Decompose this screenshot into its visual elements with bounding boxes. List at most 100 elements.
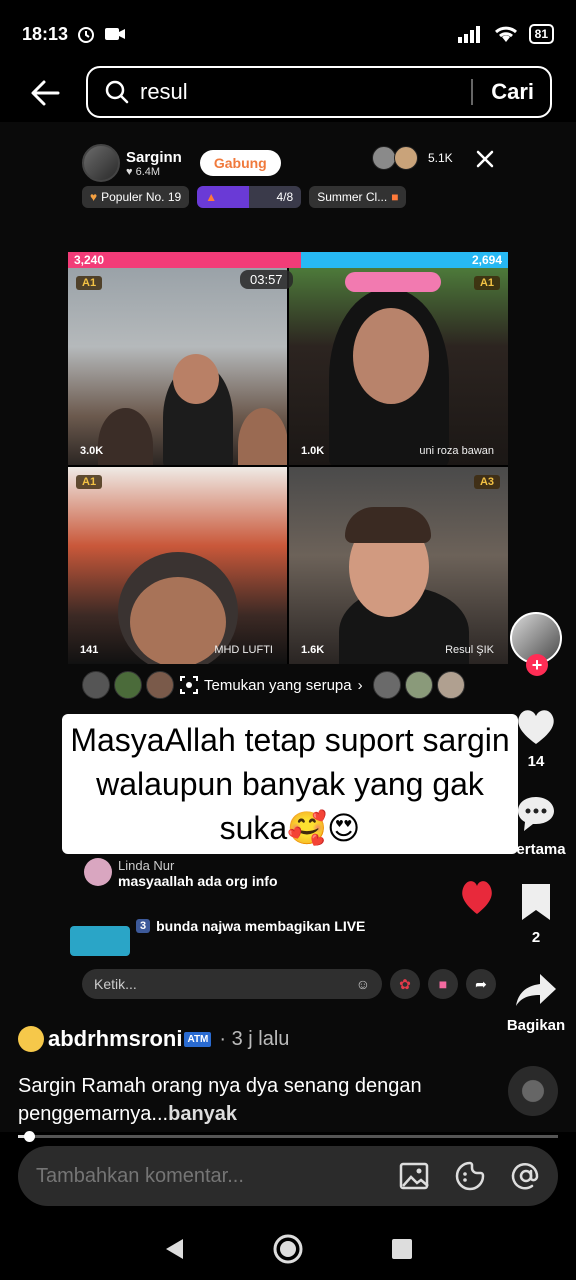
- video-player[interactable]: Sarginn ♥ 6.4M Gabung 5.1K ♥ Populer No.…: [0, 122, 576, 1132]
- live-input-row: Ketik... ☺ ✿ ■ ➦: [82, 968, 496, 1000]
- heart-icon: [462, 881, 492, 914]
- live-comment-placeholder: Ketik...: [94, 976, 137, 992]
- signal-icon: [457, 26, 480, 43]
- live-share-button[interactable]: ➦: [466, 969, 496, 999]
- live-host-info[interactable]: Sarginn ♥ 6.4M Gabung: [82, 144, 281, 182]
- comment-icon: [518, 797, 554, 831]
- search-button[interactable]: Cari: [473, 79, 550, 105]
- video-progress[interactable]: [18, 1131, 558, 1142]
- more-link[interactable]: banyak: [168, 1103, 237, 1125]
- like-count: 14: [527, 753, 545, 770]
- bookmark-button[interactable]: 2: [496, 882, 576, 946]
- find-similar-button[interactable]: Temukan yang serupa ›: [180, 676, 363, 694]
- status-time: 18:13: [22, 23, 69, 44]
- live-badges: ♥ Populer No. 19 ▲ 4/8 Summer Cl... ■: [82, 186, 407, 208]
- find-similar-row[interactable]: Temukan yang serupa ›: [82, 670, 496, 700]
- goal-progress-text: 4/8: [276, 190, 294, 204]
- share-message: 3 bunda najwa membagikan LIVE: [136, 918, 365, 934]
- event-label: Summer Cl...: [317, 190, 388, 204]
- video-progress-handle[interactable]: [23, 1131, 35, 1142]
- guest-tile[interactable]: A1 1.0K uni roza bawan: [289, 268, 508, 465]
- viewer-avatars: [372, 146, 422, 170]
- scan-icon: [180, 676, 198, 694]
- comment-bar: [18, 1146, 558, 1206]
- nav-recents-icon[interactable]: [391, 1238, 413, 1260]
- popular-label: Populer No. 19: [101, 190, 182, 204]
- avatar[interactable]: [84, 858, 112, 886]
- search-input[interactable]: [140, 79, 460, 105]
- wifi-icon: [494, 26, 517, 42]
- share-label: Bagikan: [506, 1017, 566, 1034]
- tile-score: 141: [80, 644, 99, 656]
- tile-rank: A1: [76, 276, 103, 290]
- popular-badge[interactable]: ♥ Populer No. 19: [82, 186, 190, 208]
- tile-score: 1.6K: [301, 644, 325, 656]
- guest-tile[interactable]: A1 3.0K: [68, 268, 287, 465]
- multi-guest-grid: A1 3.0K A1 1.0K uni roza bawan A1 141 MH…: [68, 268, 508, 664]
- host-name: Sarginn: [126, 148, 182, 166]
- share-button[interactable]: Bagikan: [496, 970, 576, 1034]
- join-button[interactable]: Gabung: [199, 150, 281, 176]
- viewer-count: 5.1K: [428, 151, 453, 165]
- similar-avatars: [82, 671, 174, 699]
- system-nav-bar: [0, 1218, 576, 1280]
- goal-progress[interactable]: ▲ 4/8: [197, 186, 302, 208]
- comment-label: Pertama: [506, 841, 566, 858]
- image-icon[interactable]: [398, 1160, 430, 1192]
- heart-icon: [518, 710, 554, 744]
- rose-gift-button[interactable]: ✿: [390, 969, 420, 999]
- viewers-row: 5.1K: [372, 146, 453, 170]
- search-icon: [105, 80, 129, 104]
- post-author-row: abdrhmsroni ATM · 3 j lalu: [18, 1026, 289, 1052]
- guest-tile[interactable]: A3 1.6K Resul ŞIK: [289, 467, 508, 664]
- heart-icon: ♥: [90, 190, 98, 204]
- comment-user: Linda Nur: [118, 858, 175, 873]
- back-arrow-icon[interactable]: [28, 76, 62, 110]
- gift-button[interactable]: ■: [428, 969, 458, 999]
- post-time: · 3 j lalu: [219, 1027, 290, 1050]
- close-icon[interactable]: [474, 148, 496, 170]
- battery-indicator: 81: [528, 24, 554, 44]
- comment-input[interactable]: [36, 1164, 374, 1188]
- find-similar-label: Temukan yang serupa: [204, 676, 352, 694]
- alarm-icon: [78, 27, 95, 43]
- emoji-icon[interactable]: ☺: [356, 976, 370, 992]
- video-caption: MasyaAllah tetap suport sargin walaupun …: [62, 714, 518, 854]
- gift-icon: ■: [438, 976, 448, 992]
- mention-icon[interactable]: [510, 1160, 542, 1192]
- tile-name: uni roza bawan: [419, 445, 494, 457]
- tile-rank: A3: [473, 475, 500, 489]
- rose-icon: ✿: [399, 975, 411, 992]
- battle-score-bar: 3,240 2,694: [68, 252, 508, 268]
- search-box[interactable]: Cari: [86, 66, 552, 118]
- post-author[interactable]: abdrhmsroni: [48, 1026, 182, 1052]
- sticker-icon[interactable]: [454, 1160, 486, 1192]
- event-badge[interactable]: Summer Cl... ■: [309, 186, 407, 208]
- guest-tile[interactable]: A1 141 MHD LUFTI: [68, 467, 287, 664]
- live-comment-input[interactable]: Ketik... ☺: [82, 969, 382, 999]
- post-description: Sargin Ramah orang nya dya senang dengan…: [18, 1072, 438, 1128]
- share-icon: [516, 974, 556, 1006]
- share-icon: ➦: [475, 975, 487, 992]
- tile-score: 3.0K: [80, 445, 104, 457]
- mini-player[interactable]: [70, 926, 130, 956]
- tile-rank: A1: [473, 276, 500, 290]
- follow-button[interactable]: +: [526, 654, 548, 676]
- host-likes: ♥ 6.4M: [126, 165, 161, 178]
- music-disc-icon[interactable]: [508, 1066, 558, 1116]
- comment-button[interactable]: Pertama: [496, 794, 576, 858]
- nav-back-icon[interactable]: [163, 1237, 185, 1261]
- cancer-sign-icon: [18, 1026, 44, 1052]
- battle-right-score: 2,694: [301, 252, 508, 268]
- bookmark-count: 2: [531, 929, 541, 946]
- nav-home-icon[interactable]: [272, 1233, 304, 1265]
- chevron-right-icon: ›: [357, 676, 363, 694]
- host-avatar[interactable]: [82, 144, 120, 182]
- share-text: bunda najwa membagikan LIVE: [156, 918, 366, 934]
- tile-name: Resul ŞIK: [445, 644, 494, 656]
- gift-icon: ■: [391, 190, 399, 204]
- tile-score: 1.0K: [301, 445, 325, 457]
- similar-avatars: [372, 671, 465, 699]
- tile-rank: A1: [76, 475, 103, 489]
- like-button[interactable]: 14: [496, 706, 576, 770]
